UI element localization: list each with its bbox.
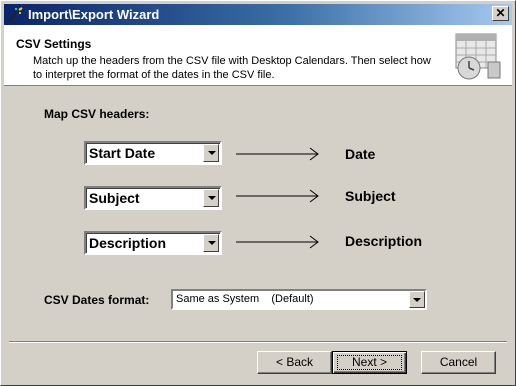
arrow-right-icon [236,235,319,249]
cancel-button[interactable]: Cancel [421,351,496,374]
dropdown-button[interactable] [203,234,219,252]
calendar-clock-icon [455,33,501,80]
page-description: Match up the headers from the CSV file w… [33,55,431,81]
close-button[interactable]: ✕ [492,6,509,21]
dates-format-select[interactable]: Same as System (Default) [171,289,427,310]
next-button[interactable]: Next > [332,351,407,374]
window-title: Import\Export Wizard [28,7,160,22]
csv-header-select-1[interactable]: Start Date [84,141,222,165]
chevron-down-icon [208,241,216,245]
csv-header-select-3[interactable]: Description [84,231,222,255]
csv-header-value: Description [89,235,167,251]
csv-header-value: Start Date [89,145,156,161]
dropdown-button[interactable] [203,189,219,207]
wizard-body: Map CSV headers: Start Date Date Subject… [4,86,512,344]
dropdown-button[interactable] [203,144,219,162]
target-field-label: Description [345,233,423,249]
dates-format-label: CSV Dates format: [44,293,150,307]
csv-header-value: Subject [89,190,140,206]
wizard-wand-icon [9,7,23,21]
map-headers-label: Map CSV headers: [44,107,150,121]
title-bar[interactable]: Import\Export Wizard ✕ [4,4,512,25]
target-field-label: Date [345,146,376,162]
dates-format-value: Same as System (Default) [176,293,314,305]
separator [9,341,507,343]
back-button[interactable]: < Back [257,351,332,374]
chevron-down-icon [208,151,216,155]
dropdown-button[interactable] [409,291,425,308]
target-field-label: Subject [345,188,396,204]
csv-header-select-2[interactable]: Subject [84,186,222,210]
chevron-down-icon [413,298,421,302]
wizard-window: Import\Export Wizard ✕ CSV Settings Matc… [0,0,516,386]
arrow-right-icon [236,147,319,161]
wizard-header: CSV Settings Match up the headers from t… [4,25,512,86]
focus-rect [337,355,402,370]
arrow-right-icon [236,189,319,203]
chevron-down-icon [208,196,216,200]
page-title: CSV Settings [16,37,92,51]
